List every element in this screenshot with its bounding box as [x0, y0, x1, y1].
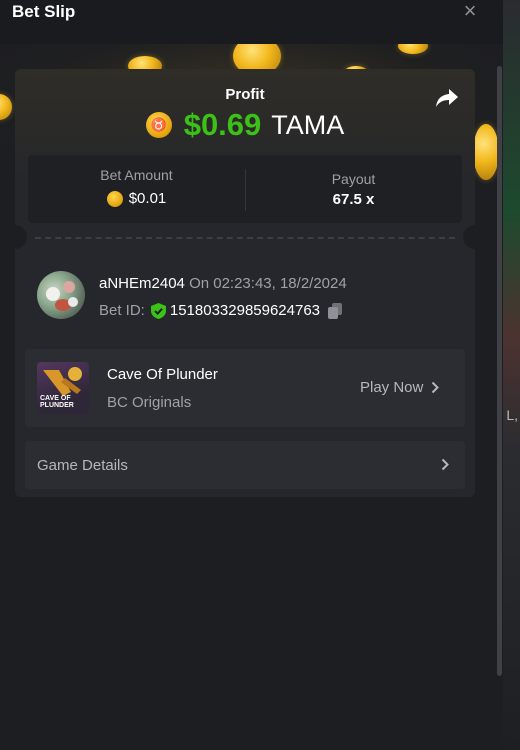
- game-row[interactable]: CAVE OF PLUNDER Cave Of Plunder BC Origi…: [25, 349, 465, 427]
- play-now-button[interactable]: Play Now: [360, 379, 440, 396]
- bet-stats: Bet Amount $0.01 Payout 67.5 x: [28, 155, 462, 223]
- bet-id-value: 151803329859624763: [169, 302, 321, 319]
- ticket-tear-line: [15, 225, 475, 249]
- profit-label: Profit: [225, 86, 265, 103]
- chevron-right-icon: [432, 381, 440, 394]
- profit-currency: TAMA: [271, 109, 345, 140]
- bet-timestamp: On 02:23:43, 18/2/2024: [189, 275, 347, 292]
- chevron-right-icon: [441, 458, 449, 471]
- tama-coin-icon: ♉: [145, 112, 172, 138]
- modal-scrollbar[interactable]: [497, 66, 502, 676]
- game-name: Cave Of Plunder: [107, 366, 218, 383]
- profit-panel: Profit ♉ $0.69 TAMA Bet Amount $0.01 Pay…: [15, 69, 475, 229]
- background-text-fragment: L,: [506, 407, 518, 423]
- payout-stat: Payout 67.5 x: [245, 171, 462, 208]
- bet-slip-card: Profit ♉ $0.69 TAMA Bet Amount $0.01 Pay…: [15, 69, 475, 497]
- bet-id-label: Bet ID:: [99, 302, 145, 319]
- bet-amount-label: Bet Amount: [100, 167, 173, 183]
- coin-icon: [106, 190, 123, 207]
- play-now-label: Play Now: [360, 379, 424, 396]
- game-details-row[interactable]: Game Details: [25, 441, 465, 489]
- bettor-info: aNHEm2404 On 02:23:43, 18/2/2024 Bet ID:…: [37, 271, 457, 323]
- modal-header: Bet Slip ×: [0, 0, 503, 44]
- copy-icon[interactable]: [328, 302, 343, 319]
- payout-value: 67.5 x: [332, 191, 375, 208]
- profit-row: ♉ $0.69 TAMA: [15, 107, 475, 143]
- close-icon[interactable]: ×: [458, 0, 482, 22]
- profit-amount: $0.69: [183, 107, 262, 142]
- game-thumbnail-text: CAVE OF PLUNDER: [40, 395, 74, 409]
- game-thumbnail: CAVE OF PLUNDER: [37, 362, 89, 414]
- game-provider: BC Originals: [107, 394, 192, 411]
- username[interactable]: aNHEm2404: [99, 275, 185, 292]
- share-icon[interactable]: [435, 87, 459, 109]
- avatar[interactable]: [37, 271, 85, 319]
- bet-amount-value: $0.01: [128, 190, 167, 207]
- bet-slip-modal: Bet Slip × Profit ♉ $0.69 TAMA Bet Amoun…: [0, 0, 503, 750]
- modal-title: Bet Slip: [12, 2, 76, 21]
- bet-amount-stat: Bet Amount $0.01: [28, 167, 245, 207]
- verified-shield-icon: [150, 302, 166, 319]
- payout-label: Payout: [331, 171, 376, 187]
- game-details-label: Game Details: [37, 457, 128, 474]
- background-page-strip: L,: [503, 0, 520, 750]
